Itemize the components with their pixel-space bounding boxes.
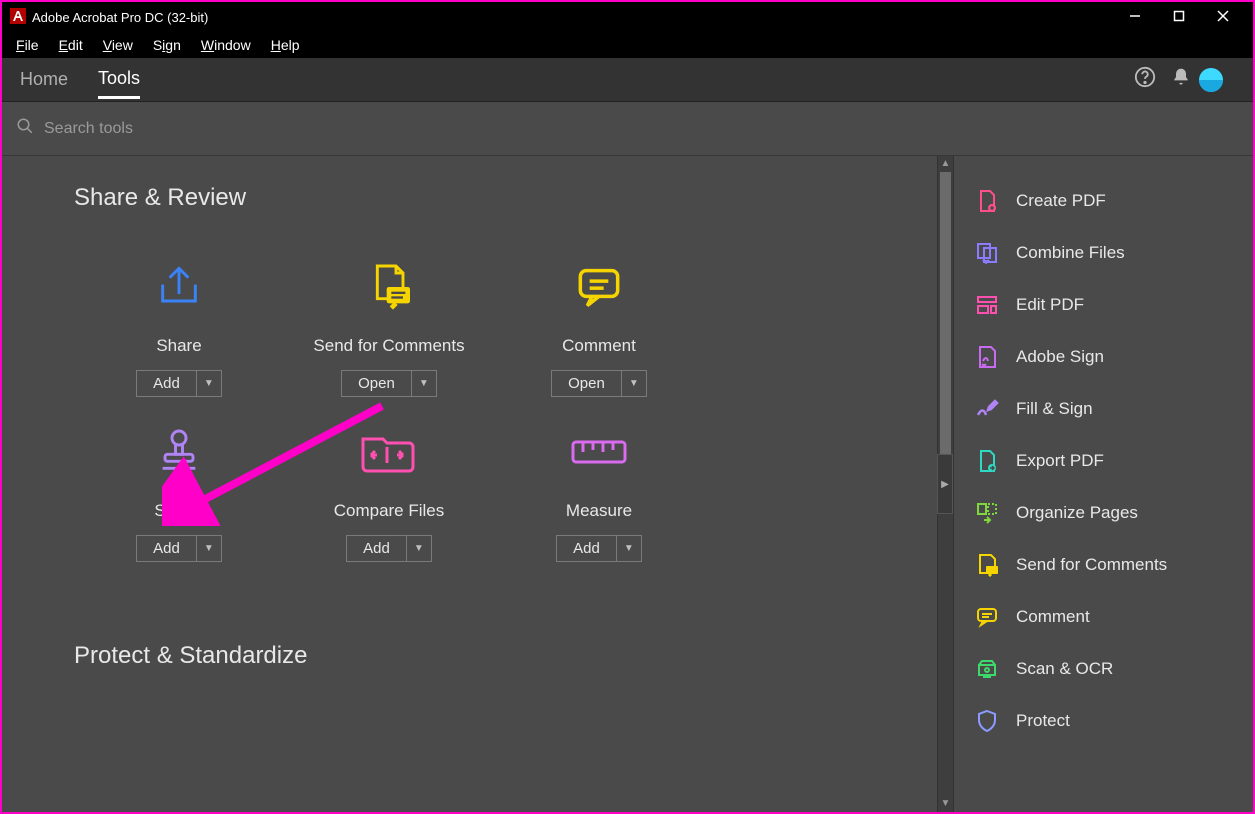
menu-view[interactable]: View [93,35,143,55]
comment-rail-icon [974,604,1000,630]
rail-fill-sign[interactable]: Fill & Sign [974,396,1233,422]
rail-adobe-sign-label: Adobe Sign [1016,347,1104,367]
tool-comment-caret[interactable]: ▼ [621,370,647,397]
tool-stamp[interactable]: Stamp Add ▼ [74,417,284,562]
stamp-icon [151,417,207,487]
compare-files-icon [357,417,421,487]
account-avatar[interactable] [1199,68,1235,92]
rail-combine-files-label: Combine Files [1016,243,1125,263]
right-panel-collapse[interactable]: ▶ [937,454,953,514]
rail-export-pdf-label: Export PDF [1016,451,1104,471]
tool-share-caret[interactable]: ▼ [196,370,222,397]
adobe-sign-icon [974,344,1000,370]
tab-home[interactable]: Home [20,61,68,98]
help-icon[interactable] [1127,66,1163,93]
rail-create-pdf-label: Create PDF [1016,191,1106,211]
search-icon [16,117,34,140]
tool-measure-action[interactable]: Add [556,535,616,562]
tool-stamp-label: Stamp [154,501,203,521]
rail-organize-pages-label: Organize Pages [1016,503,1138,523]
rail-comment-label: Comment [1016,607,1090,627]
tool-measure[interactable]: Measure Add ▼ [494,417,704,562]
send-for-comments-rail-icon [974,552,1000,578]
notifications-icon[interactable] [1163,67,1199,92]
close-button[interactable] [1201,9,1245,25]
rail-scan-ocr[interactable]: Scan & OCR [974,656,1233,682]
tabbar: Home Tools [2,58,1253,102]
rail-send-for-comments[interactable]: Send for Comments [974,552,1233,578]
tab-tools[interactable]: Tools [98,60,140,99]
menu-help[interactable]: Help [261,35,310,55]
scroll-down-arrow[interactable]: ▼ [938,796,953,812]
rail-export-pdf[interactable]: Export PDF [974,448,1233,474]
tool-compare-files-label: Compare Files [334,501,445,521]
tool-send-comments-action[interactable]: Open [341,370,411,397]
scan-ocr-icon [974,656,1000,682]
minimize-button[interactable] [1113,9,1157,25]
tool-comment-label: Comment [562,336,636,356]
tool-measure-label: Measure [566,501,632,521]
tool-measure-caret[interactable]: ▼ [616,535,642,562]
app-icon [10,8,26,27]
rail-protect[interactable]: Protect [974,708,1233,734]
combine-files-icon [974,240,1000,266]
rail-organize-pages[interactable]: Organize Pages [974,500,1233,526]
share-icon [151,252,207,322]
tool-comment[interactable]: Comment Open ▼ [494,252,704,397]
tool-send-comments-caret[interactable]: ▼ [411,370,437,397]
create-pdf-icon [974,188,1000,214]
tool-share-action[interactable]: Add [136,370,196,397]
rail-comment[interactable]: Comment [974,604,1233,630]
protect-icon [974,708,1000,734]
tool-send-comments-label: Send for Comments [313,336,464,356]
scroll-up-arrow[interactable]: ▲ [938,156,953,172]
send-comments-icon [361,252,417,322]
shortcuts-rail: Create PDF Combine Files Edit PDF Adobe … [953,156,1253,812]
menubar: File Edit View Sign Window Help [2,32,1253,58]
menu-sign[interactable]: Sign [143,35,191,55]
rail-fill-sign-label: Fill & Sign [1016,399,1093,419]
measure-icon [567,417,631,487]
rail-adobe-sign[interactable]: Adobe Sign [974,344,1233,370]
rail-create-pdf[interactable]: Create PDF [974,188,1233,214]
tool-compare-files[interactable]: Compare Files Add ▼ [284,417,494,562]
menu-window[interactable]: Window [191,35,261,55]
search-input[interactable] [44,120,1239,138]
fill-sign-icon [974,396,1000,422]
tool-compare-files-action[interactable]: Add [346,535,406,562]
tool-comment-action[interactable]: Open [551,370,621,397]
export-pdf-icon [974,448,1000,474]
rail-edit-pdf-label: Edit PDF [1016,295,1084,315]
titlebar: Adobe Acrobat Pro DC (32-bit) [2,2,1253,32]
searchbar [2,102,1253,156]
tool-send-comments[interactable]: Send for Comments Open ▼ [284,252,494,397]
maximize-button[interactable] [1157,9,1201,25]
tool-share[interactable]: Share Add ▼ [74,252,284,397]
avatar[interactable] [1199,68,1223,92]
comment-icon [571,252,627,322]
tool-stamp-caret[interactable]: ▼ [196,535,222,562]
rail-scan-ocr-label: Scan & OCR [1016,659,1113,679]
rail-edit-pdf[interactable]: Edit PDF [974,292,1233,318]
menu-file[interactable]: File [6,35,49,55]
menu-edit[interactable]: Edit [49,35,93,55]
rail-combine-files[interactable]: Combine Files [974,240,1233,266]
edit-pdf-icon [974,292,1000,318]
window-title: Adobe Acrobat Pro DC (32-bit) [32,10,1113,25]
rail-protect-label: Protect [1016,711,1070,731]
tool-share-label: Share [156,336,201,356]
section-protect-title: Protect & Standardize [74,642,893,670]
section-share-review-title: Share & Review [74,184,893,212]
rail-send-for-comments-label: Send for Comments [1016,555,1167,575]
tool-stamp-action[interactable]: Add [136,535,196,562]
tool-compare-files-caret[interactable]: ▼ [406,535,432,562]
organize-pages-icon [974,500,1000,526]
